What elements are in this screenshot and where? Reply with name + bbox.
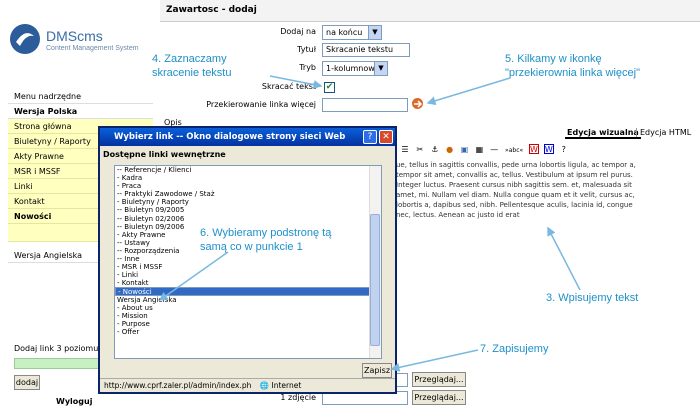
annotation-arrows [158, 75, 581, 372]
